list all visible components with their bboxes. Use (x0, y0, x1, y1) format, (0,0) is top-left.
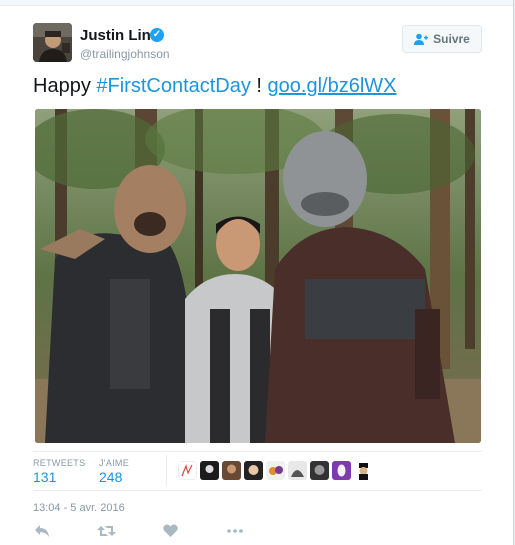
stats-divider-bottom (33, 490, 482, 491)
reply-icon[interactable] (34, 524, 54, 542)
like-icon[interactable] (163, 524, 183, 542)
retweet-icon[interactable] (97, 524, 117, 542)
photo-illustration (35, 109, 481, 443)
tweet-card: Justin Lin ✓ @trailingjohnson Suivre Hap… (0, 0, 514, 545)
verified-badge-icon: ✓ (150, 28, 164, 42)
liker-avatar[interactable] (332, 461, 351, 480)
tweet-text: Happy #FirstContactDay ! goo.gl/bz6lWX (33, 75, 397, 98)
retweets-label: RETWEETS (33, 458, 86, 468)
tweet-text-middle: ! (250, 75, 268, 97)
top-strip (0, 0, 513, 6)
likers-avatars (178, 461, 373, 480)
liker-avatar[interactable] (244, 461, 263, 480)
liker-avatar[interactable] (310, 461, 329, 480)
user-handle[interactable]: @trailingjohnson (80, 47, 170, 61)
stats-vertical-divider (166, 455, 167, 486)
liker-avatar[interactable] (200, 461, 219, 480)
hashtag-link[interactable]: #FirstContactDay (96, 75, 251, 97)
more-icon[interactable] (226, 524, 246, 542)
user-avatar[interactable] (33, 23, 72, 62)
liker-avatar[interactable] (288, 461, 307, 480)
likes-count[interactable]: 248 (99, 469, 122, 485)
liker-avatar[interactable] (178, 461, 197, 480)
tweet-text-prefix: Happy (33, 75, 97, 97)
avatar-image (33, 23, 72, 62)
likes-label: J'AIME (99, 458, 130, 468)
tweet-timestamp[interactable]: 13:04 - 5 avr. 2016 (33, 502, 125, 514)
liker-avatar[interactable] (266, 461, 285, 480)
follow-user-icon (414, 33, 429, 45)
follow-button[interactable]: Suivre (402, 25, 482, 53)
url-link[interactable]: goo.gl/bz6lWX (268, 75, 397, 97)
tweet-photo[interactable] (35, 109, 481, 443)
liker-avatar[interactable] (222, 461, 241, 480)
liker-avatar[interactable] (354, 461, 373, 480)
follow-button-label: Suivre (433, 32, 470, 46)
user-name[interactable]: Justin Lin (80, 27, 151, 44)
stats-divider-top (33, 451, 482, 452)
retweets-count[interactable]: 131 (33, 469, 56, 485)
